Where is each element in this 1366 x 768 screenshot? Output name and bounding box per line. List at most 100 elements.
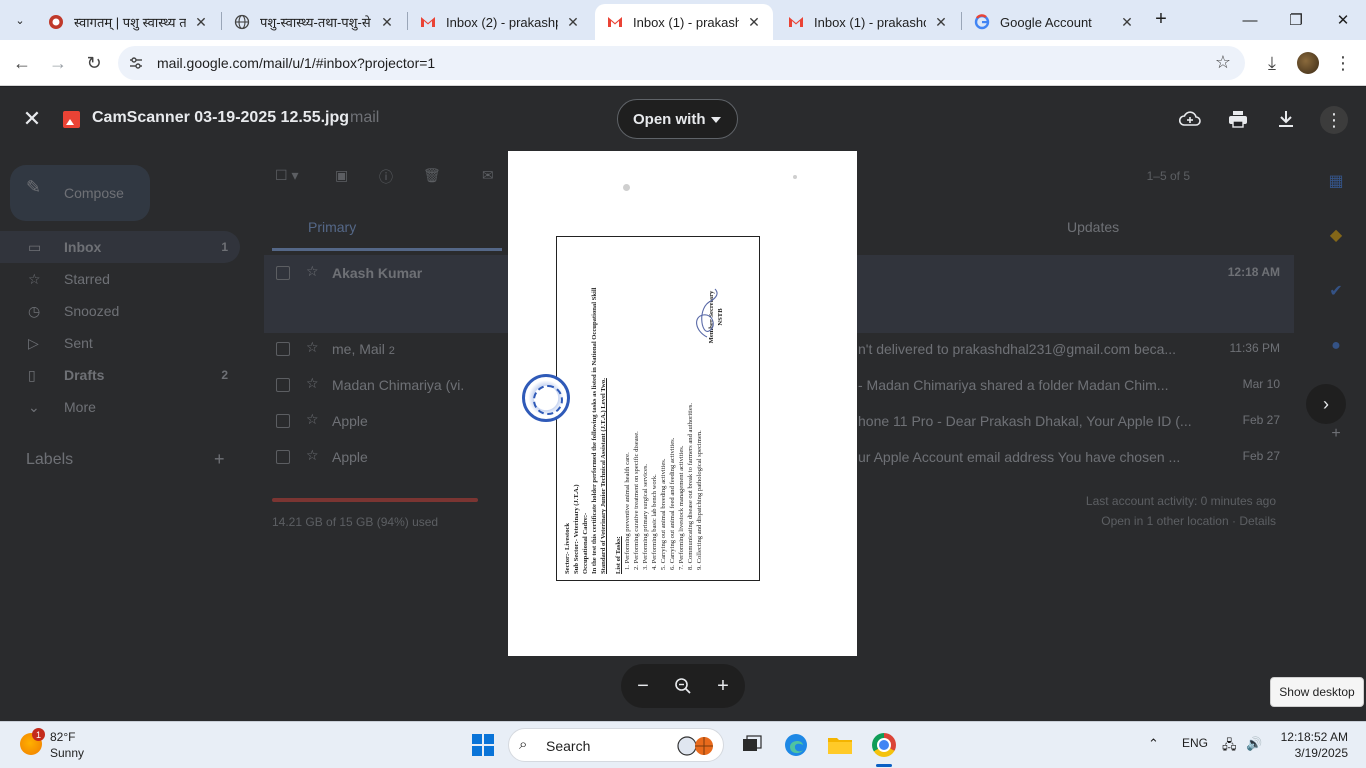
row-star-icon[interactable]: ☆ [306, 339, 319, 356]
doc-occupation: Occupational Cadre:- [582, 512, 589, 574]
system-clock[interactable]: 12:18:52 AM 3/19/2025 [1280, 729, 1348, 761]
tab-6[interactable]: Google Account ✕ [962, 4, 1146, 40]
viewer-header: ✕ CamScanner 03-19-2025 12.55.jpg Open w… [0, 87, 1366, 151]
tab-updates[interactable]: Updates [1067, 219, 1119, 235]
profile-avatar[interactable] [1297, 52, 1319, 74]
print-icon[interactable] [1226, 107, 1250, 131]
search-icon: ⌕ [519, 736, 528, 753]
tab-4-active[interactable]: Inbox (1) - prakashdh ✕ [595, 4, 773, 40]
reload-button[interactable]: ↻ [82, 51, 106, 75]
row-checkbox[interactable] [276, 342, 290, 356]
chevron-down-icon: ⌄ [28, 398, 40, 415]
forward-button[interactable]: → [46, 51, 70, 75]
row-date: Mar 10 [1242, 377, 1280, 391]
nav-starred[interactable]: ☆ Starred [0, 263, 240, 295]
address-bar[interactable]: mail.google.com/mail/u/1/#inbox?projecto… [118, 46, 1245, 80]
select-all-checkbox[interactable]: ☐ ▾ [275, 167, 298, 184]
row-star-icon[interactable]: ☆ [306, 263, 319, 280]
browser-tab-strip: ⌄ स्वागतम् | पशु स्वास्थ्य त ✕ पशु-स्वास… [0, 0, 1366, 40]
show-desktop-tooltip: Show desktop [1270, 677, 1364, 707]
bookmark-star-icon[interactable]: ☆ [1215, 52, 1231, 73]
tab-primary[interactable]: Primary [308, 219, 356, 235]
start-button[interactable] [472, 734, 494, 756]
close-tab-icon[interactable]: ✕ [192, 13, 210, 31]
row-checkbox[interactable] [276, 450, 290, 464]
browser-menu-icon[interactable]: ⋮ [1331, 51, 1355, 75]
archive-icon[interactable]: ▣ [335, 167, 348, 184]
row-star-icon[interactable]: ☆ [306, 447, 319, 464]
row-checkbox[interactable] [276, 266, 290, 280]
file-explorer-icon[interactable] [825, 730, 855, 760]
next-image-icon[interactable]: › [1306, 384, 1346, 424]
image-file-icon [63, 111, 80, 128]
contacts-icon[interactable]: ● [1326, 337, 1346, 357]
chevron-up-icon[interactable]: ⌃ [1148, 736, 1159, 752]
nav-count: 2 [221, 368, 228, 382]
nav-more[interactable]: ⌄ More [0, 391, 240, 423]
downloads-icon[interactable]: ⤓ [1260, 51, 1284, 75]
edge-icon[interactable] [781, 730, 811, 760]
more-options-icon[interactable]: ⋮ [1320, 106, 1348, 134]
close-tab-icon[interactable]: ✕ [932, 13, 950, 31]
volume-icon[interactable]: 🔊 [1246, 736, 1262, 752]
delete-icon[interactable]: 🗑 [423, 167, 441, 184]
nav-drafts[interactable]: ▯ Drafts 2 [0, 359, 240, 391]
restore-button[interactable]: ❐ [1284, 8, 1308, 32]
star-icon: ☆ [28, 270, 41, 287]
tab-3[interactable]: Inbox (2) - prakashpa ✕ [408, 4, 592, 40]
keep-icon[interactable]: ◆ [1326, 225, 1346, 245]
other-location-link[interactable]: Open in 1 other location · Details [1101, 514, 1276, 528]
nav-inbox[interactable]: ▭ Inbox 1 [0, 231, 240, 263]
tab-1[interactable]: स्वागतम् | पशु स्वास्थ्य त ✕ [36, 4, 220, 40]
close-window-button[interactable]: ✕ [1331, 8, 1355, 32]
zoom-in-icon[interactable]: + [711, 674, 735, 698]
doc-list-heading: List of Tasks: [615, 536, 622, 574]
row-star-icon[interactable]: ☆ [306, 375, 319, 392]
tab-5[interactable]: Inbox (1) - prakashdh ✕ [776, 4, 960, 40]
calendar-icon[interactable]: ▦ [1326, 171, 1346, 191]
add-label-icon[interactable]: + [214, 449, 225, 470]
close-tab-icon[interactable]: ✕ [1118, 13, 1136, 31]
doc-task: 4. Performing basic lab bench work. [651, 474, 658, 570]
row-date: Feb 27 [1242, 413, 1280, 427]
scan-speck [623, 184, 630, 191]
row-checkbox[interactable] [276, 378, 290, 392]
doc-task: 1. Performing preventive animal health c… [624, 452, 631, 570]
handwritten-signature [696, 288, 718, 338]
get-addons-icon[interactable]: + [1326, 425, 1346, 445]
site-info-icon[interactable] [128, 55, 144, 71]
network-icon[interactable]: 🖧 [1222, 736, 1237, 758]
close-tab-icon[interactable]: ✕ [564, 13, 582, 31]
zoom-reset-icon[interactable] [671, 674, 695, 698]
minimize-button[interactable]: — [1238, 8, 1262, 32]
close-viewer-icon[interactable]: ✕ [20, 106, 44, 131]
taskbar-search[interactable]: ⌕ Search [508, 728, 724, 762]
tab-title: Google Account [1000, 14, 1092, 30]
weather-temperature[interactable]: 82°F [50, 730, 75, 744]
close-tab-icon[interactable]: ✕ [378, 13, 396, 31]
row-checkbox[interactable] [276, 414, 290, 428]
search-highlight-icon [677, 736, 713, 756]
add-to-drive-icon[interactable] [1178, 107, 1202, 131]
url-text: mail.google.com/mail/u/1/#inbox?projecto… [157, 55, 436, 71]
tasks-icon[interactable]: ✔ [1326, 281, 1346, 301]
language-indicator[interactable]: ENG [1182, 736, 1208, 750]
tab-2[interactable]: पशु-स्वास्थ्य-तथा-पशु-से ✕ [222, 4, 406, 40]
nav-sent[interactable]: ▷ Sent [0, 327, 240, 359]
weather-description[interactable]: Sunny [50, 746, 84, 760]
new-tab-button[interactable]: + [1150, 8, 1172, 30]
close-tab-icon[interactable]: ✕ [745, 13, 763, 31]
report-spam-icon[interactable]: ⓘ [379, 167, 393, 187]
zoom-out-icon[interactable]: − [631, 674, 655, 698]
nav-snoozed[interactable]: ◷ Snoozed [0, 295, 240, 327]
browser-toolbar: ← → ↻ mail.google.com/mail/u/1/#inbox?pr… [0, 40, 1366, 86]
tab-search-button[interactable]: ⌄ [8, 8, 32, 32]
open-with-button[interactable]: Open with [617, 99, 738, 139]
row-star-icon[interactable]: ☆ [306, 411, 319, 428]
mark-read-icon[interactable]: ✉ [482, 167, 494, 184]
chrome-icon[interactable] [869, 730, 899, 760]
back-button[interactable]: ← [10, 51, 34, 75]
download-icon[interactable] [1274, 107, 1298, 131]
doc-task: 3. Performing primary surgical services. [642, 463, 649, 570]
task-view-icon[interactable] [737, 730, 767, 760]
